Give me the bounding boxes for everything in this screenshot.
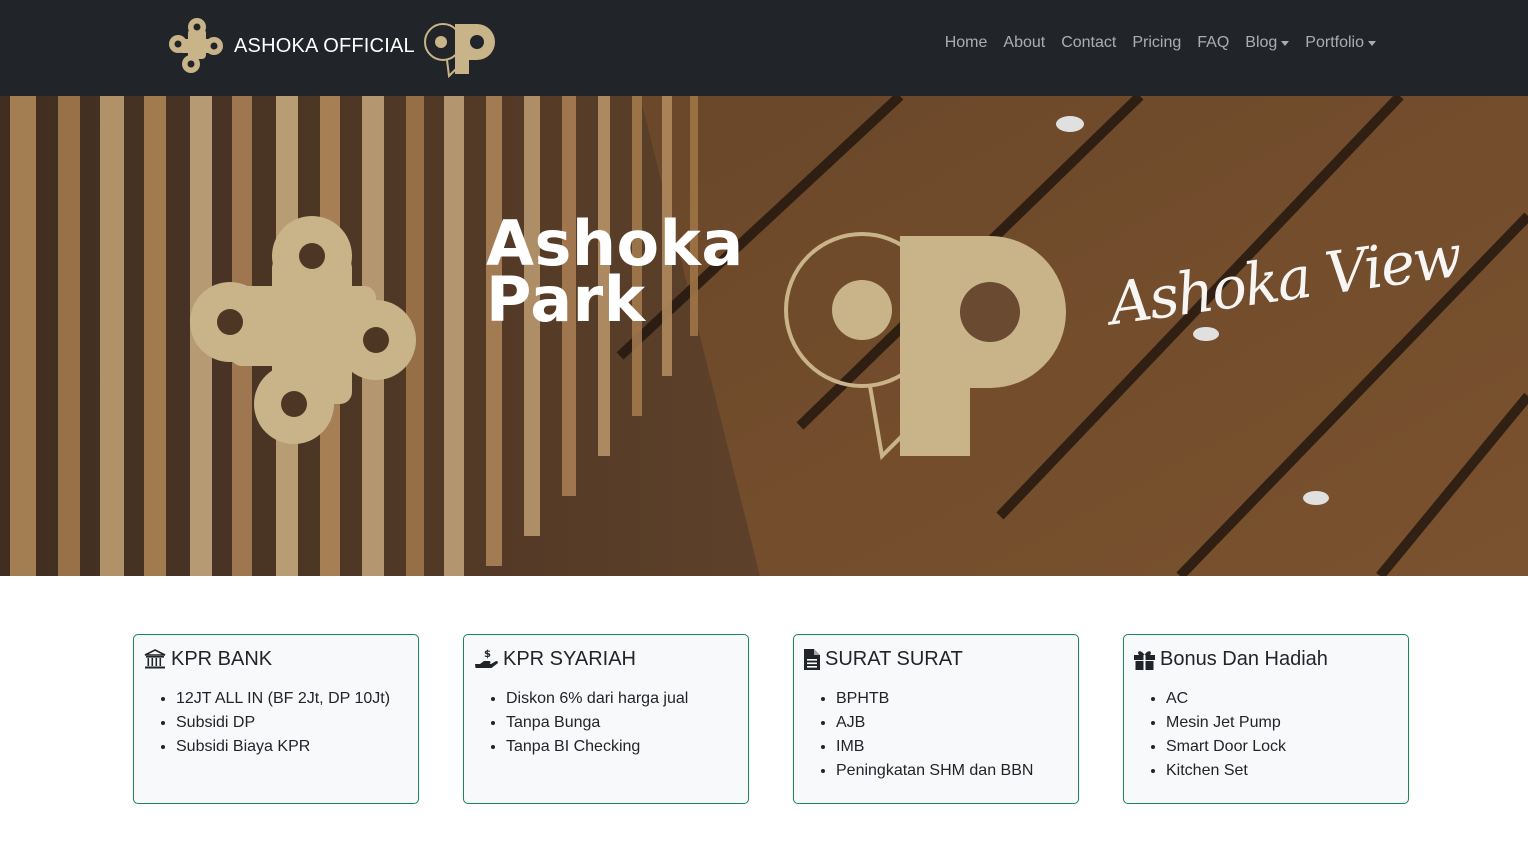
nav-pricing-label: Pricing bbox=[1132, 34, 1182, 51]
brand-link[interactable]: ASHOKA OFFICIAL bbox=[166, 14, 499, 78]
nav-about[interactable]: About bbox=[1003, 34, 1045, 52]
card-surat-surat: SURAT SURAT BPHTB AJB IMB Peningkatan SH… bbox=[793, 634, 1079, 804]
nav-faq[interactable]: FAQ bbox=[1197, 34, 1229, 52]
ashoka-p-logo-icon bbox=[423, 23, 495, 78]
card-title-text: KPR BANK bbox=[171, 647, 273, 670]
nav-home-label: Home bbox=[944, 34, 988, 51]
nav-blog-dropdown[interactable]: Blog bbox=[1245, 34, 1290, 52]
feature-cards: KPR BANK 12JT ALL IN (BF 2Jt, DP 10Jt) S… bbox=[133, 634, 1409, 804]
list-item: Subsidi DP bbox=[176, 711, 408, 735]
card-list: 12JT ALL IN (BF 2Jt, DP 10Jt) Subsidi DP… bbox=[144, 687, 408, 759]
card-kpr-syariah: $ KPR SYARIAH Diskon 6% dari harga jual … bbox=[463, 634, 749, 804]
top-navbar: ASHOKA OFFICIAL Home About Contact Prici… bbox=[0, 0, 1528, 96]
list-item: Diskon 6% dari harga jual bbox=[506, 687, 738, 711]
hand-dollar-icon: $ bbox=[475, 649, 498, 668]
list-item: Kitchen Set bbox=[1166, 759, 1398, 783]
card-bonus-hadiah: Bonus Dan Hadiah AC Mesin Jet Pump Smart… bbox=[1123, 634, 1409, 804]
list-item: Smart Door Lock bbox=[1166, 735, 1398, 759]
list-item: Tanpa Bunga bbox=[506, 711, 738, 735]
card-title: Bonus Dan Hadiah bbox=[1134, 647, 1398, 671]
nav-faq-label: FAQ bbox=[1197, 34, 1230, 51]
nav-portfolio-label: Portfolio bbox=[1305, 34, 1364, 51]
card-list: BPHTB AJB IMB Peningkatan SHM dan BBN bbox=[804, 687, 1068, 783]
card-title-text: SURAT SURAT bbox=[825, 647, 963, 670]
card-list: Diskon 6% dari harga jual Tanpa Bunga Ta… bbox=[474, 687, 738, 759]
hero-banner: Ashoka Park Ashoka View bbox=[0, 96, 1528, 576]
gift-icon bbox=[1134, 650, 1155, 670]
caret-down-icon bbox=[1281, 40, 1290, 46]
list-item: BPHTB bbox=[836, 687, 1068, 711]
list-item: Subsidi Biaya KPR bbox=[176, 735, 408, 759]
nav-links: Home About Contact Pricing FAQ Blog Port… bbox=[929, 34, 1376, 52]
list-item: IMB bbox=[836, 735, 1068, 759]
nav-portfolio-dropdown[interactable]: Portfolio bbox=[1305, 34, 1376, 52]
nav-about-label: About bbox=[1003, 34, 1046, 51]
list-item: Peningkatan SHM dan BBN bbox=[836, 759, 1068, 783]
list-item: Mesin Jet Pump bbox=[1166, 711, 1398, 735]
list-item: AJB bbox=[836, 711, 1068, 735]
nav-home[interactable]: Home bbox=[945, 34, 988, 52]
list-item: AC bbox=[1166, 687, 1398, 711]
card-title: $ KPR SYARIAH bbox=[474, 647, 738, 671]
caret-down-icon bbox=[1368, 40, 1376, 46]
svg-text:$: $ bbox=[484, 649, 491, 660]
list-item: 12JT ALL IN (BF 2Jt, DP 10Jt) bbox=[176, 687, 408, 711]
card-title: KPR BANK bbox=[144, 647, 408, 671]
nav-blog-label: Blog bbox=[1245, 34, 1278, 51]
hero-title-line2: Park bbox=[486, 263, 646, 336]
hero-title: Ashoka Park bbox=[486, 213, 744, 336]
list-item: Tanpa BI Checking bbox=[506, 735, 738, 759]
card-kpr-bank: KPR BANK 12JT ALL IN (BF 2Jt, DP 10Jt) S… bbox=[133, 634, 419, 804]
brand-text: ASHOKA OFFICIAL bbox=[234, 34, 415, 57]
ashoka-flower-logo-icon bbox=[169, 18, 223, 73]
bank-icon bbox=[144, 649, 166, 669]
card-title: SURAT SURAT bbox=[804, 647, 1068, 671]
nav-contact[interactable]: Contact bbox=[1061, 34, 1116, 52]
card-list: AC Mesin Jet Pump Smart Door Lock Kitche… bbox=[1134, 687, 1398, 783]
card-title-text: KPR SYARIAH bbox=[503, 647, 636, 670]
nav-contact-label: Contact bbox=[1061, 34, 1117, 51]
document-icon bbox=[804, 648, 820, 670]
hero-background-image bbox=[0, 96, 1528, 576]
card-title-text: Bonus Dan Hadiah bbox=[1160, 647, 1328, 670]
nav-pricing[interactable]: Pricing bbox=[1132, 34, 1181, 52]
